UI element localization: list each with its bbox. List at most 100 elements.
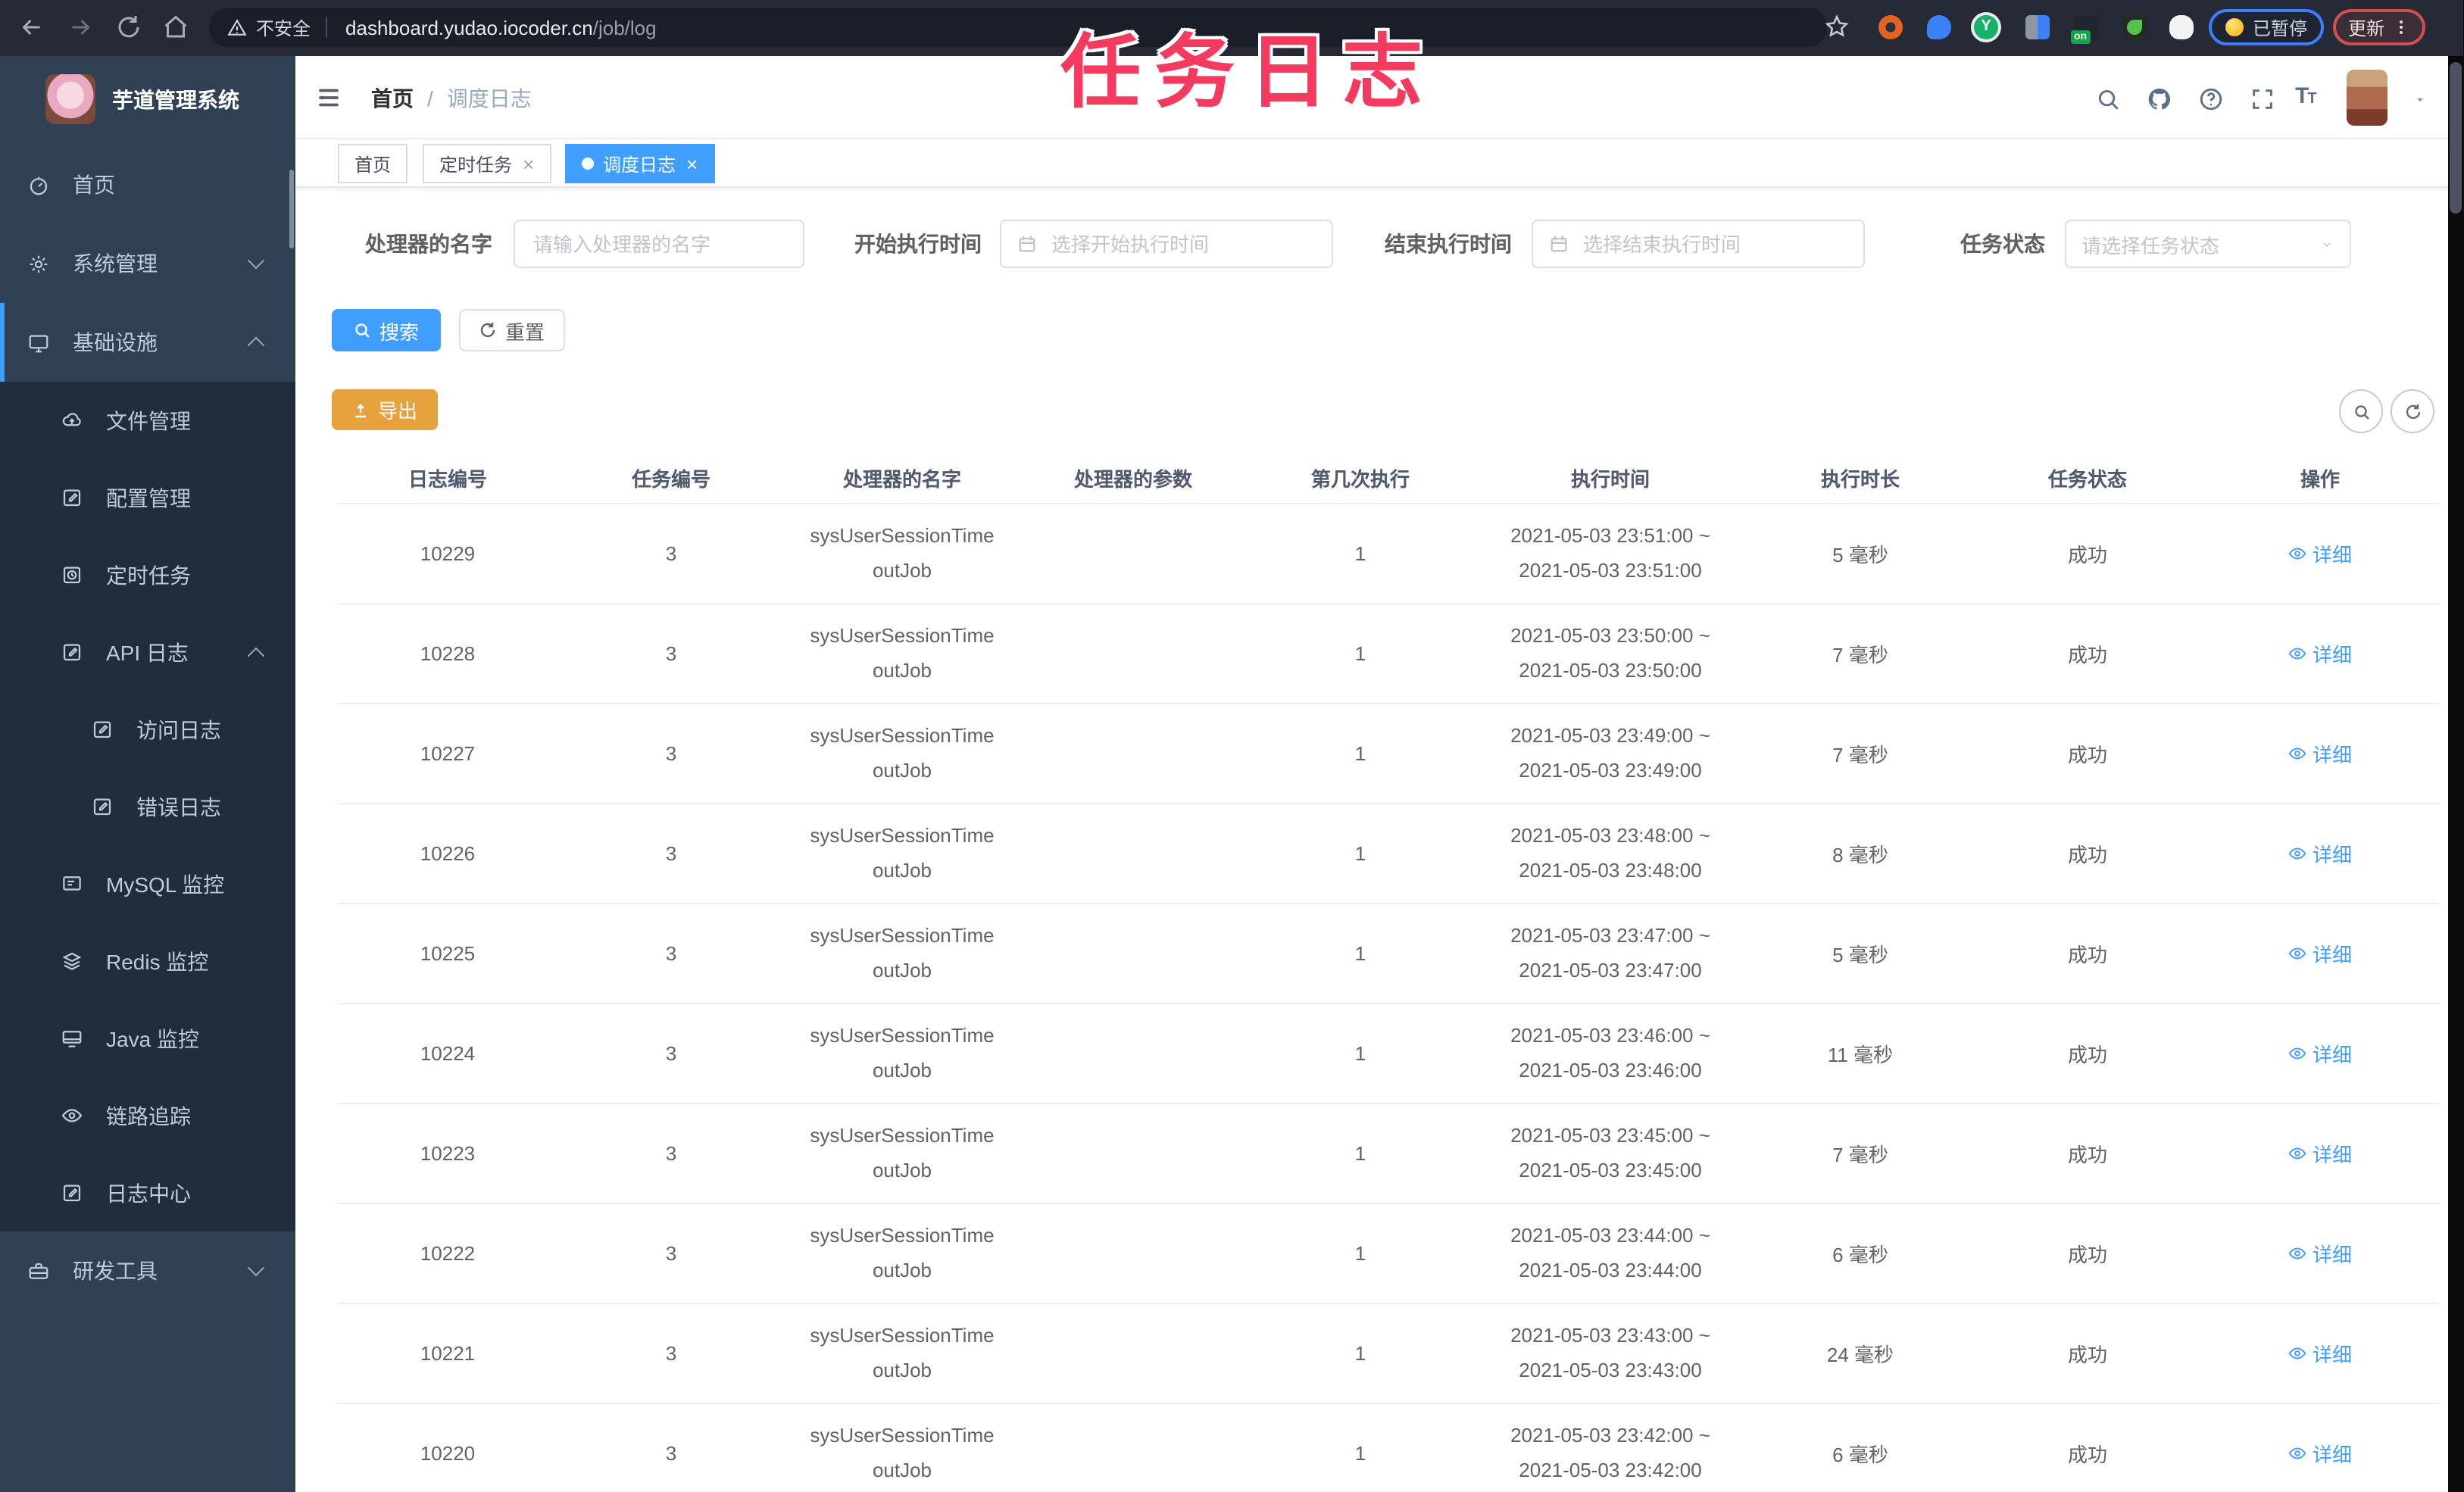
start-time-input[interactable] bbox=[1000, 220, 1333, 268]
handler-name-cell: sysUserSessionTimeoutJob bbox=[810, 1024, 995, 1081]
column-header: 执行时间 bbox=[1570, 467, 1650, 490]
table-cell: 11 毫秒 bbox=[1827, 1044, 1894, 1066]
detail-link[interactable]: 详细 bbox=[2288, 639, 2352, 668]
detail-link[interactable]: 详细 bbox=[2288, 1439, 2352, 1468]
extension-leaf-icon[interactable] bbox=[2122, 15, 2147, 39]
reset-button[interactable]: 重置 bbox=[459, 309, 565, 351]
table-cell: 10225 bbox=[420, 942, 476, 965]
table-cell: 6 毫秒 bbox=[1832, 1444, 1888, 1466]
sidebar-scrollbar[interactable] bbox=[289, 170, 294, 248]
search-icon[interactable] bbox=[2095, 86, 2121, 112]
sidebar-item-home[interactable]: 首页 bbox=[0, 145, 295, 224]
extension-green-icon[interactable]: Y bbox=[1974, 15, 1998, 39]
table-cell: 10220 bbox=[420, 1442, 476, 1465]
close-icon[interactable]: × bbox=[686, 154, 698, 173]
url-text[interactable]: dashboard.yudao.iocoder.cn/job/log bbox=[345, 16, 657, 39]
sidebar-item-file-mgmt[interactable]: 文件管理 bbox=[0, 382, 295, 459]
extension-paw-icon[interactable] bbox=[2169, 15, 2194, 39]
back-icon[interactable] bbox=[18, 14, 45, 41]
cloud-upload-icon bbox=[61, 409, 83, 432]
export-button[interactable]: 导出 bbox=[332, 389, 438, 430]
table-cell: 3 bbox=[665, 842, 677, 865]
sidebar-item-api-log[interactable]: API 日志 bbox=[0, 613, 295, 691]
sidebar-item-label: 首页 bbox=[73, 173, 115, 197]
chevron-down-icon[interactable] bbox=[2413, 95, 2427, 105]
refresh-table-button[interactable] bbox=[2391, 389, 2434, 433]
security-label[interactable]: 不安全 bbox=[256, 14, 311, 40]
fullscreen-icon[interactable] bbox=[2250, 86, 2275, 112]
tab-scheduled-tasks[interactable]: 定时任务 × bbox=[423, 144, 551, 183]
sidebar-item-error-log[interactable]: 错误日志 bbox=[0, 768, 295, 845]
chevron-up-icon bbox=[247, 647, 265, 665]
edit-icon bbox=[91, 718, 114, 741]
reload-icon[interactable] bbox=[115, 14, 142, 41]
detail-link[interactable]: 详细 bbox=[2288, 739, 2352, 768]
breadcrumb-home[interactable]: 首页 bbox=[371, 83, 414, 113]
extension-drop-icon[interactable] bbox=[1927, 15, 1951, 39]
profile-paused-badge[interactable]: 已暂停 bbox=[2209, 9, 2325, 45]
search-button[interactable]: 搜索 bbox=[332, 309, 441, 351]
detail-link[interactable]: 详细 bbox=[2288, 1239, 2352, 1268]
sidebar-item-redis-monitor[interactable]: Redis 监控 bbox=[0, 922, 295, 1000]
sidebar-item-system-mgmt[interactable]: 系统管理 bbox=[0, 224, 295, 303]
table-row: 10223 3 sysUserSessionTimeoutJob 1 2021-05-0… bbox=[338, 1104, 2439, 1204]
sidebar-item-mysql-monitor[interactable]: MySQL 监控 bbox=[0, 845, 295, 922]
sidebar-item-access-log[interactable]: 访问日志 bbox=[0, 691, 295, 768]
end-time-input[interactable] bbox=[1532, 220, 1865, 268]
table-cell: 10223 bbox=[420, 1142, 476, 1165]
home-icon[interactable] bbox=[162, 14, 189, 41]
avatar[interactable] bbox=[2347, 70, 2387, 126]
handler-name-input[interactable] bbox=[514, 220, 804, 268]
edit-icon bbox=[61, 486, 83, 509]
font-size-icon[interactable]: TT bbox=[2295, 83, 2317, 109]
extension-grid-icon[interactable] bbox=[2025, 15, 2050, 39]
column-header: 任务状态 bbox=[2047, 467, 2127, 490]
extension-on-icon[interactable]: on bbox=[2071, 15, 2098, 44]
table-row: 10229 3 sysUserSessionTimeoutJob 1 2021-05-0… bbox=[338, 504, 2439, 604]
github-icon[interactable] bbox=[2147, 86, 2172, 112]
menu-dots-icon[interactable] bbox=[2392, 17, 2410, 38]
detail-link[interactable]: 详细 bbox=[2288, 1039, 2352, 1068]
app-logo-row[interactable]: 芋道管理系统 bbox=[0, 56, 295, 139]
sidebar-item-log-center[interactable]: 日志中心 bbox=[0, 1154, 295, 1231]
search-icon bbox=[354, 321, 372, 339]
url-bar[interactable]: 不安全 dashboard.yudao.iocoder.cn/job/log bbox=[209, 8, 1827, 47]
detail-link[interactable]: 详细 bbox=[2288, 1139, 2352, 1168]
sidebar-item-infrastructure[interactable]: 基础设施 bbox=[0, 303, 295, 382]
sidebar-item-dev-tools[interactable]: 研发工具 bbox=[0, 1231, 295, 1310]
sidebar-item-java-monitor[interactable]: Java 监控 bbox=[0, 1000, 295, 1077]
detail-link[interactable]: 详细 bbox=[2288, 539, 2352, 568]
page-scrollbar[interactable] bbox=[2448, 56, 2463, 1492]
execute-time-cell: 2021-05-03 23:45:00 ~2021-05-03 23:45:00 bbox=[1510, 1124, 1710, 1181]
sidebar-item-config-mgmt[interactable]: 配置管理 bbox=[0, 459, 295, 536]
table-cell: 1 bbox=[1354, 942, 1366, 965]
export-icon bbox=[352, 401, 370, 419]
hamburger-icon[interactable] bbox=[314, 85, 344, 111]
detail-link[interactable]: 详细 bbox=[2288, 839, 2352, 868]
toggle-search-button[interactable] bbox=[2339, 389, 2383, 433]
bookmark-star-icon[interactable] bbox=[1824, 14, 1850, 39]
table-cell: 10229 bbox=[420, 542, 476, 565]
eye-icon bbox=[2288, 1444, 2308, 1463]
start-time-label: 开始执行时间 bbox=[854, 232, 982, 256]
execute-time-cell: 2021-05-03 23:47:00 ~2021-05-03 23:47:00 bbox=[1510, 924, 1710, 981]
action-cell: 详细 bbox=[2201, 904, 2439, 1003]
detail-link[interactable]: 详细 bbox=[2288, 1339, 2352, 1368]
job-status-select[interactable]: 请选择任务状态 bbox=[2065, 220, 2351, 268]
sidebar-item-trace[interactable]: 链路追踪 bbox=[0, 1077, 295, 1154]
scrollbar-thumb[interactable] bbox=[2450, 62, 2462, 214]
extension-orange-icon[interactable] bbox=[1878, 15, 1903, 39]
detail-link[interactable]: 详细 bbox=[2288, 939, 2352, 968]
help-icon[interactable] bbox=[2198, 86, 2224, 112]
execute-time-cell: 2021-05-03 23:44:00 ~2021-05-03 23:44:00 bbox=[1510, 1224, 1710, 1281]
forward-icon[interactable] bbox=[67, 14, 94, 41]
tab-job-log[interactable]: 调度日志 × bbox=[565, 144, 715, 183]
table-cell bbox=[1020, 604, 1247, 703]
eye-icon bbox=[2288, 1244, 2308, 1263]
browser-update-button[interactable]: 更新 bbox=[2333, 9, 2426, 45]
sidebar-item-scheduled-tasks[interactable]: 定时任务 bbox=[0, 536, 295, 613]
table-cell: 10222 bbox=[420, 1242, 476, 1265]
table-cell: 3 bbox=[665, 1442, 677, 1465]
tab-home[interactable]: 首页 bbox=[338, 144, 408, 183]
close-icon[interactable]: × bbox=[523, 154, 534, 173]
